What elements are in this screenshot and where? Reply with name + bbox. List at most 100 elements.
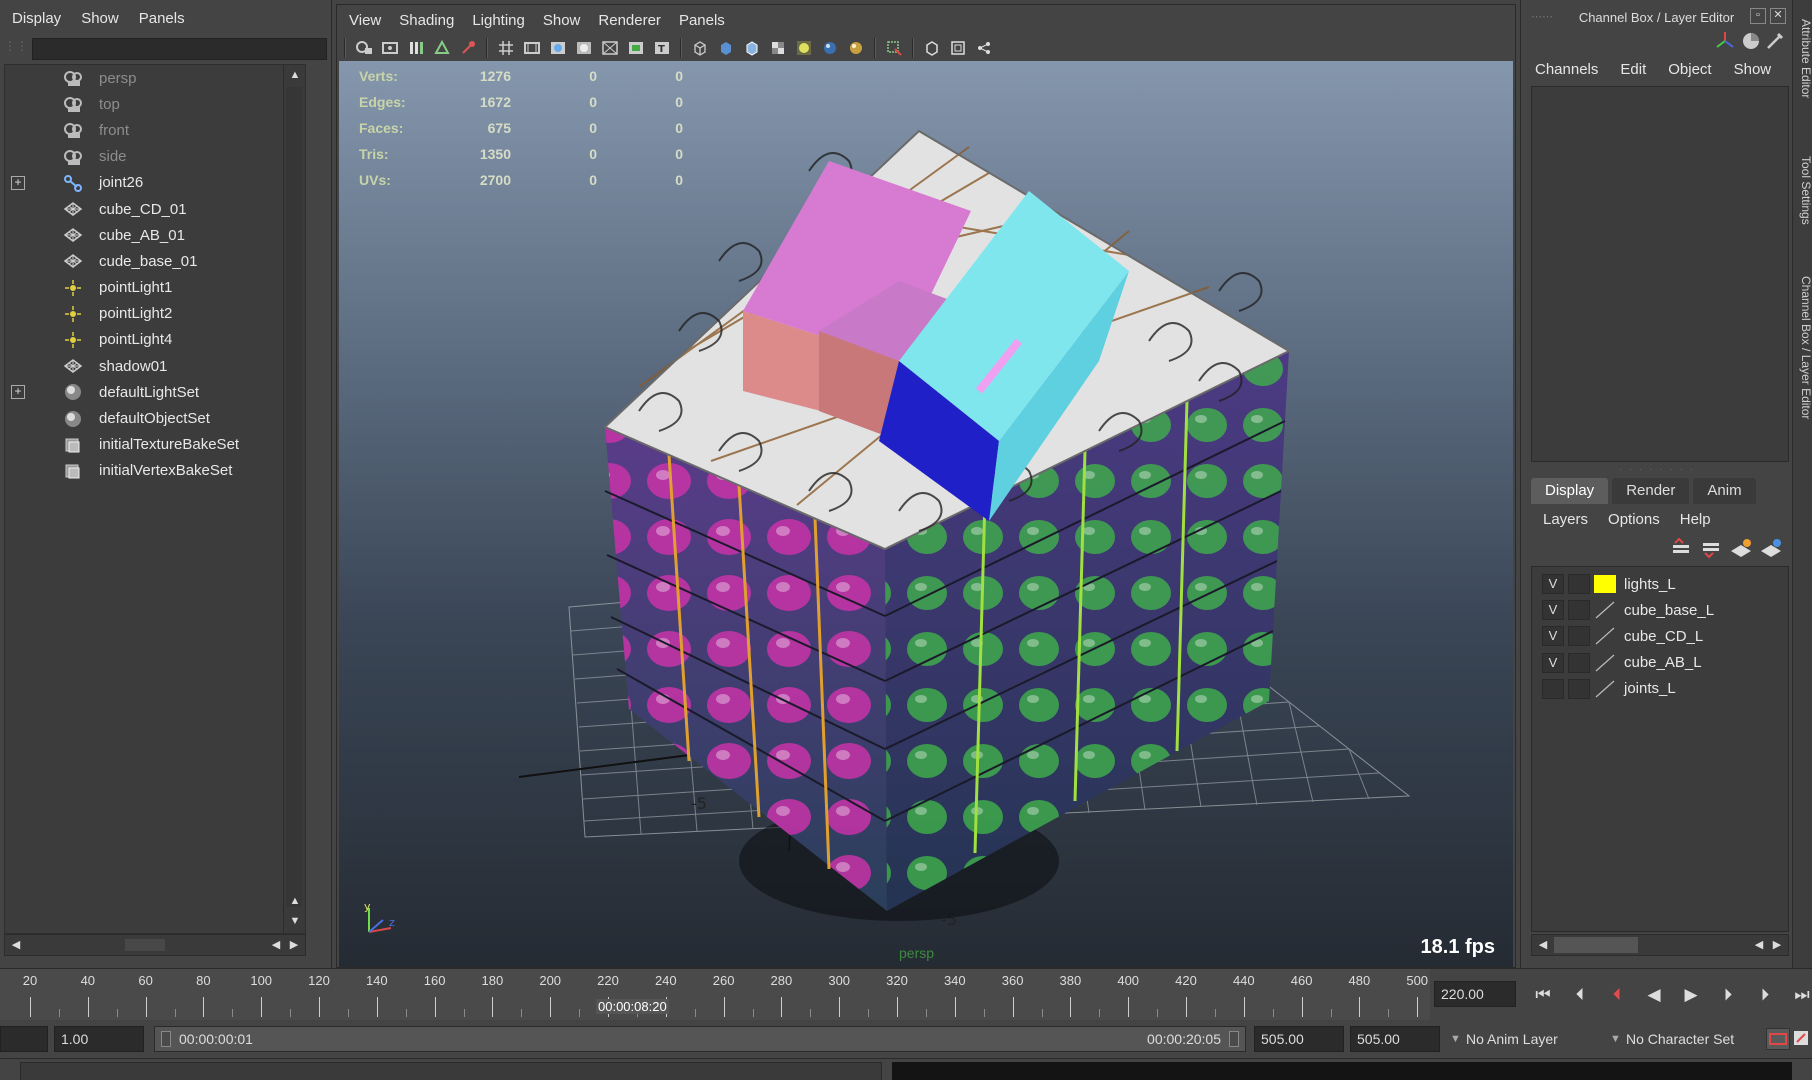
gate-mask-icon[interactable] (573, 37, 595, 59)
expand-icon[interactable]: + (11, 175, 25, 190)
tab-render[interactable]: Render (1612, 478, 1690, 504)
scroll-left-icon[interactable]: ◀ (7, 935, 25, 955)
float-panel-icon[interactable]: ▫ (1750, 8, 1766, 24)
cb-menu-object[interactable]: Object (1660, 61, 1719, 78)
preferences-icon[interactable] (1792, 1028, 1810, 1050)
drag-grip-icon[interactable]: ⋮⋮ (4, 39, 28, 59)
use-all-lights-icon[interactable] (793, 37, 815, 59)
animation-end-field[interactable]: 505.00 (1350, 1026, 1440, 1052)
range-bar[interactable]: 00:00:00:01 00:00:20:05 (154, 1026, 1246, 1052)
playback-end-field[interactable]: 505.00 (1254, 1026, 1344, 1052)
outliner-scroll-thumb[interactable] (286, 87, 302, 907)
outliner-item[interactable]: defaultObjectSet (5, 405, 305, 431)
step-back-key-icon[interactable]: ⏴ (1604, 982, 1630, 1008)
isolate-select-icon[interactable] (883, 37, 905, 59)
close-icon[interactable]: ✕ (1770, 8, 1786, 24)
go-to-end-icon[interactable]: ⏭ (1789, 982, 1812, 1008)
manipulator-icon[interactable] (1714, 30, 1736, 55)
outliner-item[interactable]: pointLight4 (5, 327, 305, 353)
outliner-item[interactable]: front (5, 117, 305, 143)
cb-menu-show[interactable]: Show (1726, 61, 1780, 78)
scroll-left-icon[interactable]: ◀ (1534, 935, 1552, 955)
wireframe-icon[interactable] (689, 37, 711, 59)
layer-horizontal-scrollbar[interactable]: ◀ ◀ ▶ (1531, 934, 1789, 956)
play-backwards-icon[interactable]: ◀ (1641, 982, 1667, 1008)
outliner-item[interactable]: top (5, 91, 305, 117)
resolution-gate-icon[interactable] (547, 37, 569, 59)
expand-icon[interactable]: + (11, 385, 25, 400)
layer-type-toggle[interactable] (1568, 574, 1590, 595)
anim-layer-dropdown[interactable]: ▼ No Anim Layer (1448, 1026, 1600, 1052)
layer-color-swatch[interactable] (1594, 680, 1616, 698)
outliner-item[interactable]: side (5, 144, 305, 170)
layer-color-swatch[interactable] (1594, 627, 1616, 645)
scroll-right-icon[interactable]: ▶ (285, 935, 303, 955)
outliner-item[interactable]: pointLight1 (5, 275, 305, 301)
scroll-down-icon[interactable]: ▼ (284, 911, 306, 931)
scroll-left-icon[interactable]: ◀ (1750, 935, 1768, 955)
layer-color-swatch[interactable] (1594, 601, 1616, 619)
viewport-menu-lighting[interactable]: Lighting (464, 12, 533, 29)
step-forward-key-icon[interactable]: ⏵ (1715, 982, 1741, 1008)
outliner-item[interactable]: cube_AB_01 (5, 222, 305, 248)
layer-type-toggle[interactable] (1568, 626, 1590, 647)
outliner-item[interactable]: initialVertexBakeSet (5, 458, 305, 484)
layer-type-toggle[interactable] (1568, 600, 1590, 621)
layer-row[interactable]: Vcube_AB_L (1532, 650, 1788, 676)
bookmarks-icon[interactable] (405, 37, 427, 59)
cube-model[interactable] (603, 129, 1292, 911)
channel-box-area[interactable] (1531, 86, 1789, 462)
command-input[interactable] (20, 1062, 882, 1080)
outliner-item[interactable]: pointLight2 (5, 301, 305, 327)
layer-row[interactable]: Vcube_base_L (1532, 597, 1788, 623)
outliner-item[interactable]: + defaultLightSet (5, 379, 305, 405)
scroll-left-icon[interactable]: ◀ (267, 935, 285, 955)
cb-menu-channels[interactable]: Channels (1527, 61, 1606, 78)
smooth-shade-icon[interactable] (715, 37, 737, 59)
outliner-menu-panels[interactable]: Panels (131, 10, 193, 27)
tab-anim[interactable]: Anim (1693, 478, 1756, 504)
layer-menu-layers[interactable]: Layers (1535, 511, 1596, 528)
new-layer-from-selection-icon[interactable] (1759, 537, 1783, 562)
outliner-hscroll-thumb[interactable] (125, 939, 165, 951)
safe-action-icon[interactable] (625, 37, 647, 59)
high-quality-icon[interactable] (845, 37, 867, 59)
outliner-item[interactable]: cude_base_01 (5, 248, 305, 274)
layer-visibility-toggle[interactable]: V (1542, 574, 1564, 595)
select-camera-icon[interactable] (353, 37, 375, 59)
layer-row[interactable]: joints_L (1532, 676, 1788, 702)
shadows-icon[interactable] (819, 37, 841, 59)
xray-icon[interactable] (921, 37, 943, 59)
play-forwards-icon[interactable]: ▶ (1678, 982, 1704, 1008)
layer-color-swatch[interactable] (1594, 575, 1616, 594)
character-set-dropdown[interactable]: ▼ No Character Set (1608, 1026, 1768, 1052)
speed-icon[interactable] (1740, 30, 1762, 55)
range-end-handle[interactable] (1229, 1031, 1239, 1047)
outliner-item[interactable]: cube_CD_01 (5, 196, 305, 222)
outliner-menu-display[interactable]: Display (4, 10, 69, 27)
layer-type-toggle[interactable] (1568, 678, 1590, 699)
panel-split-handle[interactable]: · · · · · · · · (1521, 464, 1793, 475)
outliner-item[interactable]: persp (5, 65, 305, 91)
viewport-menu-show[interactable]: Show (535, 12, 589, 29)
outliner-vertical-scrollbar[interactable]: ▲ ▲ ▼ (283, 65, 305, 933)
move-layer-down-icon[interactable] (1699, 537, 1723, 562)
go-to-start-icon[interactable]: ⏮ (1530, 982, 1556, 1008)
current-frame-field[interactable]: 220.00 (1434, 981, 1516, 1007)
step-forward-frame-icon[interactable]: ⏵ (1752, 982, 1778, 1008)
layer-visibility-toggle[interactable]: V (1542, 626, 1564, 647)
image-plane-icon[interactable] (431, 37, 453, 59)
scene-canvas[interactable]: 5 0 -5 5 -5 (339, 61, 1513, 967)
xray-joints-icon[interactable] (947, 37, 969, 59)
outliner-item[interactable]: shadow01 (5, 353, 305, 379)
grid-icon[interactable] (495, 37, 517, 59)
layer-type-toggle[interactable] (1568, 652, 1590, 673)
viewport-menu-renderer[interactable]: Renderer (590, 12, 669, 29)
animation-start-field[interactable] (0, 1026, 48, 1052)
layer-row[interactable]: Vcube_CD_L (1532, 623, 1788, 649)
film-gate-icon[interactable] (521, 37, 543, 59)
camera-attributes-icon[interactable] (379, 37, 401, 59)
layer-color-swatch[interactable] (1594, 654, 1616, 672)
auto-key-icon[interactable] (1766, 1028, 1790, 1050)
safe-title-icon[interactable]: T (651, 37, 673, 59)
